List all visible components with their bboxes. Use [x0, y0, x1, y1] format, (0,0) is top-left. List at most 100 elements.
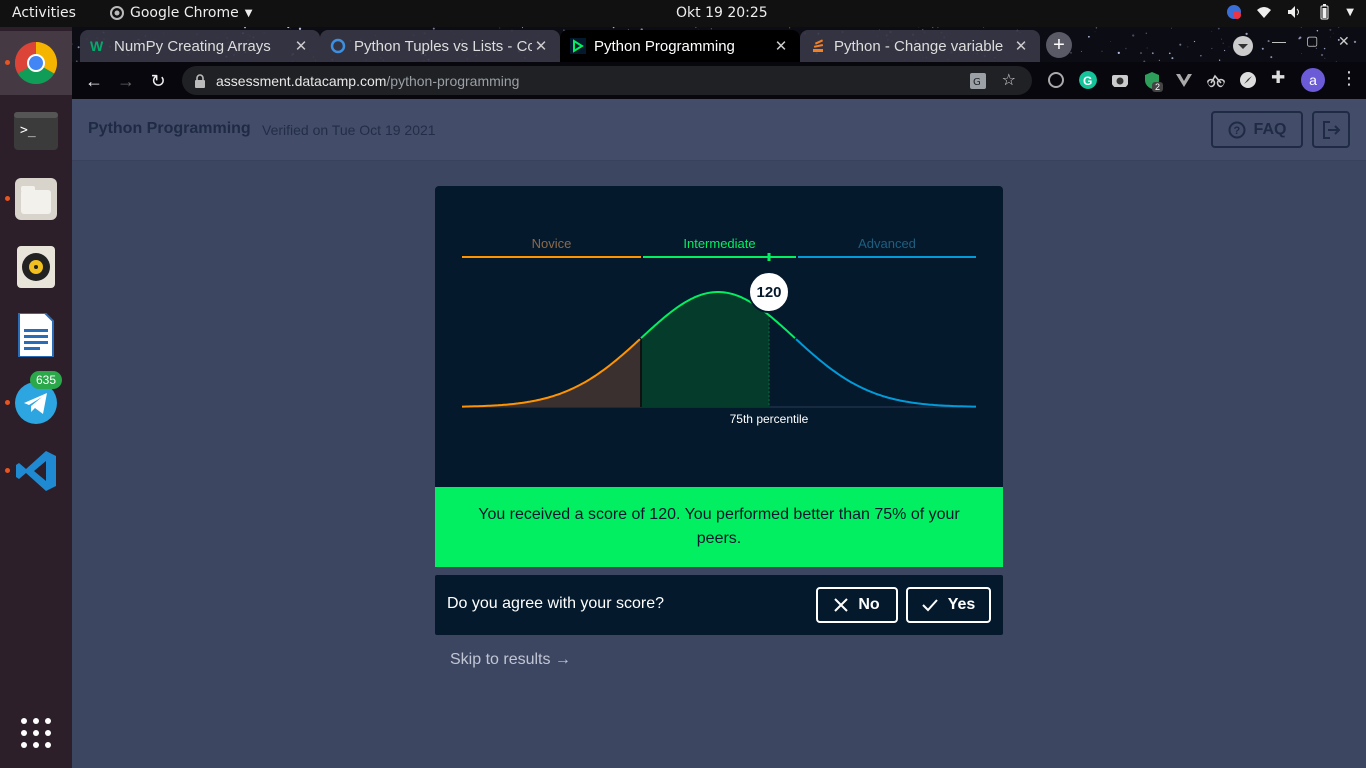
- dock-chrome[interactable]: [0, 31, 72, 95]
- star-dot: [1179, 43, 1182, 46]
- exit-icon: [1323, 120, 1341, 139]
- dock-files[interactable]: [0, 167, 72, 231]
- reload-button[interactable]: ↻: [147, 70, 169, 92]
- forward-button[interactable]: →: [115, 70, 137, 92]
- star-dot: [1329, 36, 1331, 38]
- star-dot: [1171, 27, 1172, 29]
- close-icon[interactable]: ✕: [1012, 37, 1030, 55]
- volume-icon: [1288, 6, 1300, 18]
- tab-numpy[interactable]: W NumPy Creating Arrays ✕: [80, 30, 320, 62]
- bike-extension-icon[interactable]: [1207, 71, 1225, 89]
- bookmark-star-icon[interactable]: ☆: [1002, 70, 1016, 90]
- percentile-label: 75th percentile: [730, 412, 809, 426]
- tab-python-programming[interactable]: Python Programming ✕: [560, 30, 800, 62]
- grammarly-icon[interactable]: G: [1079, 71, 1097, 89]
- maximize-icon[interactable]: ▢: [1306, 33, 1318, 49]
- star-dot: [1320, 53, 1324, 57]
- level-label-novice: Novice: [532, 236, 572, 251]
- arrow-right-icon: →: [117, 71, 135, 91]
- dock-libreoffice-writer[interactable]: [0, 303, 72, 367]
- svg-text:G: G: [973, 77, 981, 88]
- tab-title: NumPy Creating Arrays: [114, 37, 271, 55]
- svg-text:G: G: [1083, 74, 1092, 88]
- plus-icon: +: [1053, 34, 1065, 56]
- clock[interactable]: Okt 19 20:25: [676, 5, 768, 21]
- star-dot: [499, 27, 501, 29]
- profile-avatar[interactable]: a: [1301, 68, 1325, 92]
- star-dot: [1168, 52, 1171, 55]
- compass-extension-icon[interactable]: [1239, 71, 1257, 89]
- close-icon[interactable]: ✕: [292, 37, 310, 55]
- faq-button[interactable]: ? FAQ: [1211, 111, 1303, 148]
- star-dot: [1329, 28, 1332, 31]
- w-favicon-icon: W: [90, 38, 104, 54]
- skip-to-results-link[interactable]: Skip to results →: [450, 651, 571, 669]
- star-dot: [1145, 32, 1147, 34]
- agree-question: Do you agree with your score?: [447, 595, 664, 612]
- dock-terminal[interactable]: >_: [0, 99, 72, 163]
- star-dot: [287, 27, 290, 29]
- star-dot: [789, 27, 791, 29]
- kebab-menu-icon[interactable]: ⋮: [1340, 68, 1358, 89]
- running-indicator: [5, 400, 10, 405]
- star-dot: [1171, 57, 1174, 60]
- tab-change-variable[interactable]: Python - Change variable ✕: [800, 30, 1040, 62]
- vscode-icon: [16, 451, 56, 491]
- star-dot: [1140, 52, 1142, 54]
- translate-icon[interactable]: G: [970, 73, 986, 89]
- back-button[interactable]: ←: [83, 70, 105, 92]
- level-label-advanced: Advanced: [858, 236, 916, 251]
- timer-extension-icon[interactable]: [1047, 71, 1065, 89]
- star-dot: [1088, 35, 1090, 38]
- agree-panel: Do you agree with your score? No Yes: [435, 575, 1003, 635]
- star-dot: [1125, 47, 1127, 50]
- browser-toolbar: ← → ↻ assessment.datacamp.com/python-pro…: [72, 62, 1366, 99]
- system-tray[interactable]: ▼: [1226, 4, 1354, 20]
- activities-button[interactable]: Activities: [12, 5, 76, 21]
- new-tab-button[interactable]: +: [1046, 32, 1072, 58]
- star-dot: [1222, 42, 1224, 44]
- tab-tuples[interactable]: Python Tuples vs Lists - Co ✕: [320, 30, 560, 62]
- close-icon[interactable]: ✕: [772, 37, 790, 55]
- dock-vscode[interactable]: [0, 439, 72, 503]
- address-bar[interactable]: assessment.datacamp.com/python-programmi…: [182, 66, 1032, 95]
- star-dot: [1316, 29, 1319, 32]
- tab-search-icon[interactable]: [1232, 35, 1254, 57]
- record-indicator-icon: [1227, 5, 1242, 19]
- close-icon[interactable]: ✕: [532, 37, 550, 55]
- camera-extension-icon[interactable]: [1111, 71, 1129, 89]
- files-icon: [15, 178, 57, 220]
- url-path: /python-programming: [386, 72, 520, 89]
- app-menu[interactable]: Google Chrome ▼: [110, 5, 252, 21]
- star-dot: [1223, 49, 1226, 52]
- star-dot: [983, 27, 985, 28]
- level-label-intermediate: Intermediate: [683, 236, 755, 251]
- arrow-left-icon: ←: [85, 71, 103, 91]
- star-dot: [1323, 47, 1326, 50]
- minimize-icon[interactable]: —: [1272, 33, 1286, 49]
- show-applications-button[interactable]: [0, 701, 72, 765]
- chevron-down-icon: ▼: [244, 7, 253, 19]
- dock-rhythmbox[interactable]: [0, 235, 72, 299]
- dock-telegram[interactable]: 635: [0, 371, 72, 435]
- power-menu-icon: ▼: [1346, 6, 1354, 18]
- window-close-icon[interactable]: ✕: [1338, 33, 1350, 50]
- vue-devtools-icon[interactable]: [1175, 71, 1193, 89]
- svg-text:>_: >_: [20, 123, 36, 138]
- tab-strip: W NumPy Creating Arrays ✕ Python Tuples …: [72, 27, 1366, 62]
- writer-icon: [18, 313, 54, 357]
- star-dot: [1301, 53, 1302, 54]
- star-dot: [72, 43, 73, 45]
- star-dot: [937, 27, 939, 28]
- extension-badge: 2: [1152, 82, 1164, 92]
- no-button[interactable]: No: [816, 587, 898, 623]
- extensions-puzzle-icon[interactable]: ✚: [1271, 68, 1285, 88]
- star-dot: [521, 27, 524, 29]
- rhythmbox-icon: [17, 246, 55, 288]
- yes-button[interactable]: Yes: [906, 587, 991, 623]
- verified-date: Verified on Tue Oct 19 2021: [262, 122, 436, 138]
- exit-button[interactable]: [1312, 111, 1350, 148]
- star-dot: [1101, 50, 1103, 52]
- star-dot: [1332, 32, 1334, 34]
- faq-label: FAQ: [1253, 120, 1287, 138]
